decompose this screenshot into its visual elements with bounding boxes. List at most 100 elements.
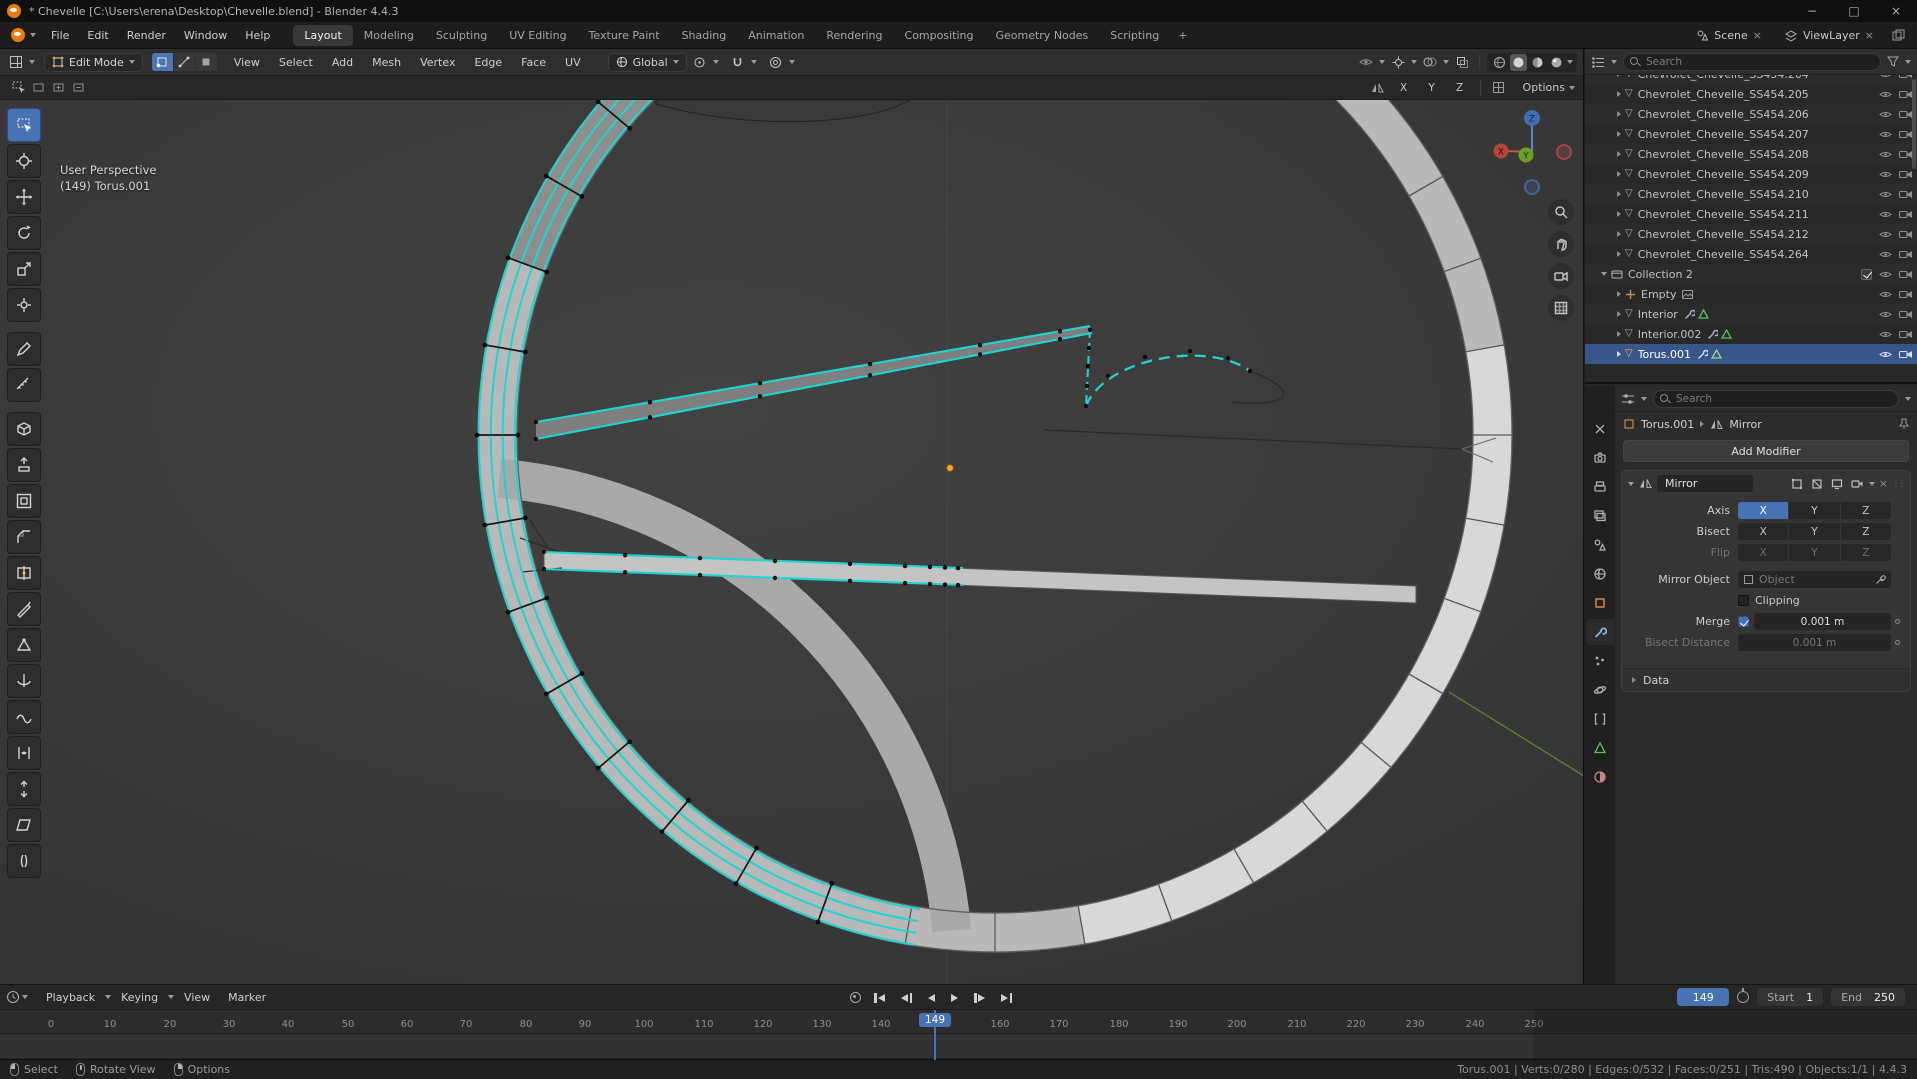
show-overlays-icon[interactable] xyxy=(1420,53,1440,71)
transform-orientation-dropdown[interactable]: Global xyxy=(607,52,687,72)
clipping-label[interactable]: Clipping xyxy=(1755,594,1800,607)
outliner-row[interactable]: ▽ Chevrolet_Chevelle_SS454.204 xyxy=(1585,75,1917,84)
expand-chevron-icon[interactable] xyxy=(1617,251,1621,257)
outliner-row[interactable]: ▽ Chevrolet_Chevelle_SS454.207 xyxy=(1585,124,1917,144)
camera-view-icon[interactable] xyxy=(1548,263,1574,289)
timeline-editor-icon[interactable] xyxy=(6,990,20,1004)
disable-in-render-icon[interactable] xyxy=(1899,250,1912,259)
realtime-display-icon[interactable] xyxy=(1829,476,1845,492)
tab-object-data[interactable] xyxy=(1586,735,1614,761)
select-new-icon[interactable] xyxy=(28,79,48,97)
axis-x-button[interactable]: X xyxy=(1738,502,1789,519)
menu-edge[interactable]: Edge xyxy=(466,53,510,72)
edit-mode-display-icon[interactable] xyxy=(1809,476,1825,492)
jump-to-prev-keyframe-button[interactable] xyxy=(898,991,915,1005)
hide-in-viewport-icon[interactable] xyxy=(1879,310,1892,319)
properties-editor-icon[interactable] xyxy=(1621,393,1635,405)
mirror-y-toggle[interactable]: Y xyxy=(1419,79,1444,96)
tool-rip-region[interactable] xyxy=(7,844,41,878)
tab-render[interactable] xyxy=(1586,445,1614,471)
select-extend-icon[interactable] xyxy=(48,79,68,97)
tool-spin[interactable] xyxy=(7,664,41,698)
tab-object[interactable] xyxy=(1586,590,1614,616)
options-label[interactable]: Options xyxy=(1523,81,1565,94)
tab-world[interactable] xyxy=(1586,561,1614,587)
workspace-tab-texture-paint[interactable]: Texture Paint xyxy=(578,25,671,46)
outliner-row[interactable]: ▽ Chevrolet_Chevelle_SS454.211 xyxy=(1585,204,1917,224)
menu-face[interactable]: Face xyxy=(513,53,554,72)
toggle-perspective-icon[interactable] xyxy=(1548,295,1574,321)
disable-in-render-icon[interactable] xyxy=(1899,75,1912,79)
tab-material[interactable] xyxy=(1586,764,1614,790)
hide-in-viewport-icon[interactable] xyxy=(1879,75,1892,79)
disable-in-render-icon[interactable] xyxy=(1899,350,1912,359)
close-button[interactable]: × xyxy=(1875,0,1917,22)
add-modifier-button[interactable]: Add Modifier xyxy=(1623,440,1909,462)
disable-in-render-icon[interactable] xyxy=(1899,150,1912,159)
pan-hand-icon[interactable] xyxy=(1548,231,1574,257)
show-gizmos-icon[interactable] xyxy=(1388,53,1408,71)
flip-y-button[interactable]: Y xyxy=(1789,544,1840,561)
proportional-edit-icon[interactable] xyxy=(766,53,786,71)
expand-chevron-icon[interactable] xyxy=(1617,151,1621,157)
hide-in-viewport-icon[interactable] xyxy=(1879,250,1892,259)
render-display-icon[interactable] xyxy=(1849,476,1865,492)
tweak-select-icon[interactable] xyxy=(8,79,28,97)
snap-magnet-icon[interactable] xyxy=(728,53,748,71)
bisect-y-button[interactable]: Y xyxy=(1789,523,1840,540)
zoom-icon[interactable] xyxy=(1548,199,1574,225)
workspace-tab-modeling[interactable]: Modeling xyxy=(353,25,425,46)
tab-modifiers[interactable] xyxy=(1586,619,1614,645)
workspace-tab-uv-editing[interactable]: UV Editing xyxy=(498,25,577,46)
workspace-tab-compositing[interactable]: Compositing xyxy=(894,25,985,46)
outliner-row[interactable]: ▽ Chevrolet_Chevelle_SS454.206 xyxy=(1585,104,1917,124)
mode-dropdown[interactable]: Edit Mode xyxy=(44,52,143,72)
tool-select-box[interactable] xyxy=(7,108,41,142)
hide-in-viewport-icon[interactable] xyxy=(1879,270,1892,279)
toggle-xray-icon[interactable] xyxy=(1452,53,1472,71)
scene-unlink-icon[interactable]: × xyxy=(1753,29,1762,42)
disable-in-render-icon[interactable] xyxy=(1899,310,1912,319)
face-select-button[interactable] xyxy=(195,53,217,71)
modifier-extras-chevron-icon[interactable] xyxy=(1868,481,1875,486)
tool-scale[interactable] xyxy=(7,252,41,286)
expand-chevron-icon[interactable] xyxy=(1617,171,1621,177)
menu-playback[interactable]: Playback xyxy=(38,988,103,1007)
outliner-row-active[interactable]: ▽ Torus.001 xyxy=(1585,344,1917,364)
menu-view[interactable]: View xyxy=(176,988,218,1007)
menu-keying[interactable]: Keying xyxy=(113,988,166,1007)
merge-threshold-field[interactable]: 0.001 m xyxy=(1754,613,1891,630)
bisect-x-button[interactable]: X xyxy=(1738,523,1789,540)
hide-in-viewport-icon[interactable] xyxy=(1879,290,1892,299)
breadcrumb-object[interactable]: Torus.001 xyxy=(1641,418,1694,431)
mirror-x-toggle[interactable]: X xyxy=(1391,79,1416,96)
disable-in-render-icon[interactable] xyxy=(1899,290,1912,299)
maximize-button[interactable]: □ xyxy=(1833,0,1875,22)
jump-to-end-button[interactable] xyxy=(998,991,1015,1005)
bisect-z-button[interactable]: Z xyxy=(1840,523,1891,540)
tool-rotate[interactable] xyxy=(7,216,41,250)
hide-in-viewport-icon[interactable] xyxy=(1879,170,1892,179)
expand-chevron-icon[interactable] xyxy=(1617,191,1621,197)
expand-chevron-icon[interactable] xyxy=(1617,311,1621,317)
menu-select[interactable]: Select xyxy=(271,53,321,72)
menu-edit[interactable]: Edit xyxy=(78,26,117,45)
tab-constraints[interactable] xyxy=(1586,706,1614,732)
blender-menu-icon[interactable] xyxy=(8,26,28,44)
expand-chevron-icon[interactable] xyxy=(1617,75,1621,77)
flip-z-button[interactable]: Z xyxy=(1840,544,1891,561)
tab-particles[interactable] xyxy=(1586,648,1614,674)
menu-help[interactable]: Help xyxy=(236,26,279,45)
on-cage-icon[interactable] xyxy=(1789,476,1805,492)
tool-bevel[interactable] xyxy=(7,520,41,554)
disable-in-render-icon[interactable] xyxy=(1899,190,1912,199)
mirror-object-field[interactable]: Object xyxy=(1738,571,1891,588)
tool-smooth[interactable] xyxy=(7,700,41,734)
disable-in-render-icon[interactable] xyxy=(1899,270,1912,279)
add-workspace-button[interactable]: + xyxy=(1170,27,1195,44)
tool-measure[interactable] xyxy=(7,368,41,402)
frame-end-field[interactable]: End 250 xyxy=(1831,988,1905,1006)
outliner-row-collection[interactable]: Collection 2 xyxy=(1585,264,1917,284)
vertex-select-button[interactable] xyxy=(151,53,173,71)
tab-scene[interactable] xyxy=(1586,532,1614,558)
